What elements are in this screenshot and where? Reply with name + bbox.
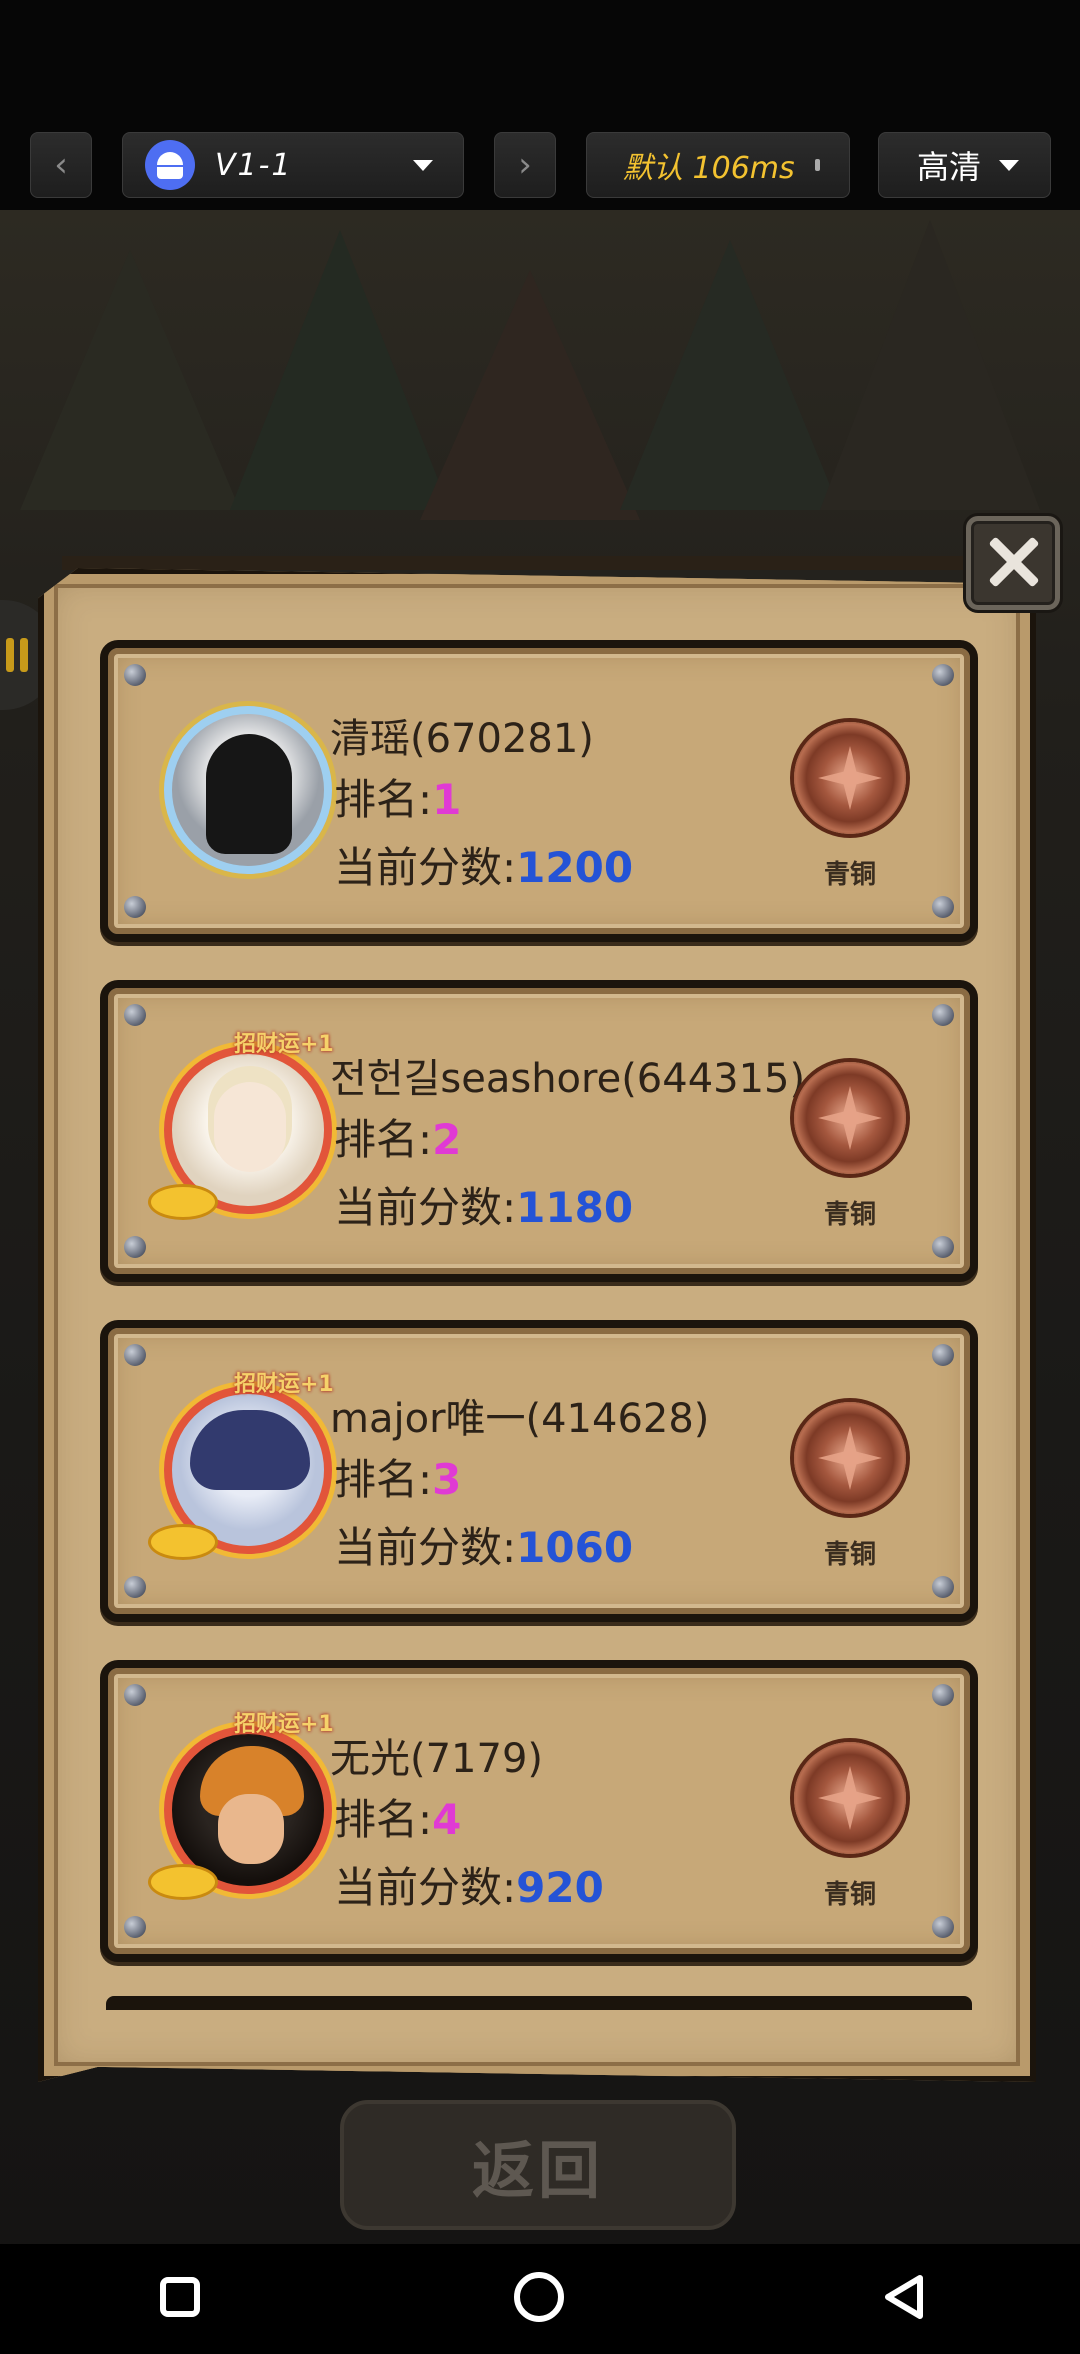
chevron-down-icon: [413, 159, 433, 171]
board-edge: [62, 556, 978, 570]
device-selector[interactable]: V1-1: [122, 132, 464, 198]
background-tree: [620, 240, 840, 510]
device-label: V1-1: [215, 147, 293, 183]
chevron-down-icon: [999, 159, 1020, 171]
return-button[interactable]: 返回: [340, 2100, 736, 2230]
charm-label: 招财运+1: [234, 1032, 334, 1057]
rank-line: 排名:2: [334, 1115, 462, 1164]
bronze-tier-icon: [788, 1736, 912, 1860]
leaderboard-entry[interactable]: 招财运+1 전헌길seashore(644315) 排名:2 当前分数:1180…: [100, 980, 978, 1282]
gold-ingot-icon: [148, 1864, 218, 1900]
score-line: 当前分数:920: [334, 1863, 604, 1912]
bronze-tier-icon: [788, 1056, 912, 1180]
score-value: 1180: [516, 1183, 634, 1232]
score-value: 1200: [516, 843, 634, 892]
gold-ingot-icon: [148, 1524, 218, 1560]
score-value: 920: [516, 1863, 604, 1912]
score-line: 当前分数:1200: [334, 843, 634, 892]
quality-selector[interactable]: 高清: [878, 132, 1051, 198]
player-name: 전헌길seashore(644315): [330, 1056, 806, 1102]
forward-button[interactable]: ›: [494, 132, 556, 198]
latency-label: 默认 106ms: [623, 151, 795, 186]
game-scene: 清瑶(670281) 排名:1 当前分数:1200 青铜 招财运+1 전헌길se…: [0, 210, 1080, 2244]
score-line: 当前分数:1060: [334, 1523, 634, 1572]
leaderboard-entry[interactable]: 清瑶(670281) 排名:1 当前分数:1200 青铜: [100, 640, 978, 942]
charm-label: 招财运+1: [234, 1372, 334, 1397]
tier-label: 青铜: [823, 860, 876, 890]
score-value: 1060: [516, 1523, 634, 1572]
background-tree: [230, 230, 450, 510]
tier-label: 青铜: [823, 1540, 876, 1570]
rank-value: 1: [432, 775, 462, 824]
back-triangle-icon[interactable]: [880, 2272, 930, 2322]
leaderboard-entry[interactable]: 招财运+1 无光(7179) 排名:4 当前分数:920 青铜: [100, 1660, 978, 1962]
signal-icon: [814, 159, 820, 171]
tier-label: 青铜: [823, 1200, 876, 1230]
background-tree: [20, 250, 240, 510]
player-name: 清瑶(670281): [330, 716, 594, 762]
latency-selector[interactable]: 默认 106ms: [586, 132, 850, 198]
quality-label: 高清: [917, 148, 982, 186]
rank-line: 排名:1: [334, 775, 462, 824]
android-icon: [145, 140, 195, 190]
player-name: major唯一(414628): [330, 1396, 710, 1442]
score-line: 当前分数:1180: [334, 1183, 634, 1232]
chevron-left-icon: ‹: [54, 145, 68, 185]
rank-line: 排名:3: [334, 1455, 462, 1504]
charm-label: 招财运+1: [234, 1712, 334, 1737]
back-button[interactable]: ‹: [30, 132, 92, 198]
next-entry-edge: [106, 1996, 972, 2010]
bronze-tier-icon: [788, 1396, 912, 1520]
rank-value: 2: [432, 1115, 462, 1164]
stream-toolbar: ‹ V1-1 › 默认 106ms 高清: [0, 0, 1080, 210]
background-tree: [820, 220, 1040, 510]
gold-ingot-icon: [148, 1184, 218, 1220]
chevron-right-icon: ›: [518, 145, 532, 185]
rank-line: 排名:4: [334, 1795, 462, 1844]
background-tree: [420, 270, 640, 520]
tier-label: 青铜: [823, 1880, 876, 1910]
avatar: [164, 706, 332, 874]
player-name: 无光(7179): [330, 1736, 544, 1782]
close-button[interactable]: [966, 516, 1060, 610]
rank-value: 4: [432, 1795, 462, 1844]
system-navbar: [0, 2244, 1080, 2354]
recent-apps-icon[interactable]: [160, 2277, 200, 2317]
rank-value: 3: [432, 1455, 462, 1504]
leaderboard-entry[interactable]: 招财运+1 major唯一(414628) 排名:3 当前分数:1060 青铜: [100, 1320, 978, 1622]
bronze-tier-icon: [788, 716, 912, 840]
home-icon[interactable]: [514, 2272, 564, 2322]
